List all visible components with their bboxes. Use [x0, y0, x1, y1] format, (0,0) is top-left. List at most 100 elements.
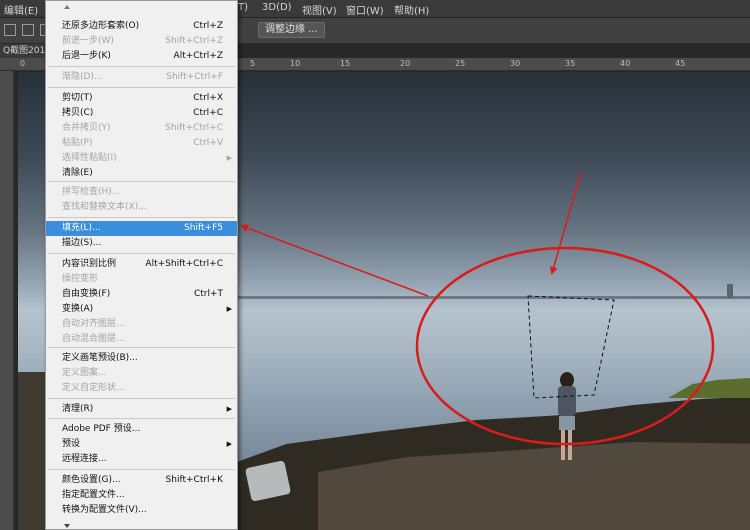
grass-patch	[668, 378, 750, 398]
menu-item-label: 后退一步(K)	[62, 51, 111, 61]
menu-separator	[48, 66, 235, 67]
edit-menu-item[interactable]: 填充(L)... Shift+F5	[46, 221, 237, 236]
edit-menu-item[interactable]: 定义自定形状...	[46, 381, 237, 396]
menu-item-shortcut: Shift+F5	[184, 223, 223, 233]
menu-item-label: 合并拷贝(Y)	[62, 123, 111, 133]
edit-menu-item[interactable]: 自动对齐图层...	[46, 317, 237, 332]
edit-menu-item[interactable]: Adobe PDF 预设...	[46, 422, 237, 437]
edit-menu-item[interactable]: 后退一步(K) Alt+Ctrl+Z	[46, 49, 237, 64]
menu-item-shortcut: Ctrl+V	[193, 138, 223, 148]
edit-menu-item[interactable]: 合并拷贝(Y) Shift+Ctrl+C	[46, 121, 237, 136]
edit-menu-item[interactable]: 转换为配置文件(V)...	[46, 503, 237, 518]
menu-item-label: 自动混合图层...	[62, 334, 125, 344]
menu-separator	[48, 253, 235, 254]
menu-edit[interactable]: 编辑(E)	[4, 2, 38, 17]
menu-view[interactable]: 视图(V)	[302, 2, 337, 17]
menu-item-label: 填充(L)...	[62, 223, 101, 233]
menu-help[interactable]: 帮助(H)	[394, 2, 429, 17]
menu-separator	[48, 181, 235, 182]
menu-item-label: 清除(E)	[62, 168, 93, 178]
submenu-arrow-icon: ▶	[226, 154, 232, 162]
menu-item-label: 预设	[62, 439, 81, 449]
edit-menu-item[interactable]: 内容识别比例 Alt+Shift+Ctrl+C	[46, 257, 237, 272]
edit-menu-item[interactable]: 拷贝(C) Ctrl+C	[46, 106, 237, 121]
menu-separator	[48, 347, 235, 348]
ruler-label: 5	[250, 59, 256, 68]
edit-menu-item[interactable]: 远程连接...	[46, 452, 237, 467]
ruler-label: 10	[290, 59, 301, 68]
menu-item-label: 指定配置文件...	[62, 490, 125, 500]
ruler-label: 25	[455, 59, 466, 68]
menu-item-shortcut: Alt+Ctrl+Z	[173, 51, 223, 61]
edit-menu-item[interactable]: 描边(S)...	[46, 236, 237, 251]
edit-menu-item[interactable]: 拼写检查(H)...	[46, 185, 237, 200]
edit-menu-item[interactable]: 自由变换(F) Ctrl+T	[46, 287, 237, 302]
menu-item-label: 选择性粘贴(I)	[62, 153, 117, 163]
menu-item-label: 定义图案...	[62, 368, 107, 378]
menu-item-label: 远程连接...	[62, 454, 107, 464]
menu-item-shortcut: Ctrl+C	[193, 108, 223, 118]
submenu-arrow-icon: ▶	[226, 305, 232, 313]
edit-menu-item[interactable]: 粘贴(P) Ctrl+V	[46, 136, 237, 151]
menu-item-label: 内容识别比例	[62, 259, 117, 269]
menu-item-label: 拼写检查(H)...	[62, 187, 121, 197]
menu-type[interactable]: T)	[238, 2, 248, 13]
edit-menu-item[interactable]: 还原多边形套索(O) Ctrl+Z	[46, 19, 237, 34]
menu-item-label: 前进一步(W)	[62, 36, 114, 46]
menu-3d[interactable]: 3D(D)	[262, 2, 292, 13]
edit-menu-item[interactable]: 颜色设置(G)... Shift+Ctrl+K	[46, 473, 237, 488]
refine-edge-button[interactable]: 调整边缘 ...	[258, 22, 325, 38]
distant-shoreline	[238, 296, 750, 299]
menu-item-label: 粘贴(P)	[62, 138, 93, 148]
selection-mode-icon[interactable]	[4, 24, 16, 36]
menu-item-label: 变换(A)	[62, 304, 94, 314]
edit-menu-item[interactable]: 操控变形	[46, 272, 237, 287]
child-leg	[561, 430, 565, 460]
menu-item-label: 拷贝(C)	[62, 108, 94, 118]
edit-menu-item[interactable]: 查找和替换文本(X)...	[46, 200, 237, 215]
ruler-label: 40	[620, 59, 631, 68]
menu-item-label: 定义自定形状...	[62, 383, 125, 393]
edit-menu-item[interactable]: 预设 ▶	[46, 437, 237, 452]
menu-item-label: Adobe PDF 预设...	[62, 424, 141, 434]
menu-item-label: 查找和替换文本(X)...	[62, 202, 147, 212]
menu-separator	[48, 398, 235, 399]
scroll-down-icon[interactable]	[64, 524, 70, 528]
edit-menu-dropdown: 还原多边形套索(O) Ctrl+Z 前进一步(W) Shift+Ctrl+Z 后退一步(…	[45, 0, 238, 530]
menu-item-shortcut: Alt+Shift+Ctrl+C	[145, 259, 223, 269]
document-tab[interactable]: Q截图201	[0, 44, 49, 58]
menu-item-label: 颜色设置(G)...	[62, 475, 121, 485]
edit-menu-item[interactable]: 定义图案...	[46, 366, 237, 381]
add-selection-icon[interactable]	[22, 24, 34, 36]
menu-item-shortcut: Shift+Ctrl+C	[165, 123, 223, 133]
child-body	[558, 386, 576, 416]
edit-menu-item[interactable]: 前进一步(W) Shift+Ctrl+Z	[46, 34, 237, 49]
ruler-label: 20	[400, 59, 411, 68]
menu-separator	[48, 217, 235, 218]
menu-item-label: 自由变换(F)	[62, 289, 111, 299]
menu-item-shortcut: Shift+Ctrl+Z	[165, 36, 223, 46]
edit-menu-item[interactable]: 清除(E)	[46, 166, 237, 181]
menu-item-label: 操控变形	[62, 274, 99, 284]
photoshop-window: 编辑(E) T) 3D(D) 视图(V) 窗口(W) 帮助(H) 调整边缘 ..…	[0, 0, 750, 530]
edit-menu-item[interactable]: 清理(R) ▶	[46, 402, 237, 417]
ruler-label: 35	[565, 59, 576, 68]
edit-menu-item[interactable]: 选择性粘贴(I) ▶	[46, 151, 237, 166]
edit-menu-item[interactable]: 定义画笔预设(B)...	[46, 351, 237, 366]
child-figure	[548, 372, 584, 468]
lighthouse	[727, 284, 733, 298]
submenu-arrow-icon: ▶	[226, 405, 232, 413]
menu-item-shortcut: Shift+Ctrl+F	[166, 72, 223, 82]
ruler-vertical	[0, 71, 14, 530]
edit-menu-item[interactable]: 渐隐(D)... Shift+Ctrl+F	[46, 70, 237, 85]
edit-menu-item[interactable]: 指定配置文件...	[46, 488, 237, 503]
menu-item-label: 渐隐(D)...	[62, 72, 103, 82]
menu-item-label: 自动对齐图层...	[62, 319, 125, 329]
edit-menu-item[interactable]: 变换(A) ▶	[46, 302, 237, 317]
scroll-up-icon[interactable]	[64, 5, 70, 9]
edit-menu-item[interactable]: 自动混合图层...	[46, 332, 237, 347]
edit-menu-item[interactable]: 剪切(T) Ctrl+X	[46, 91, 237, 106]
menu-window[interactable]: 窗口(W)	[346, 2, 384, 17]
ruler-label: 0	[20, 59, 26, 68]
child-leg	[568, 430, 572, 460]
